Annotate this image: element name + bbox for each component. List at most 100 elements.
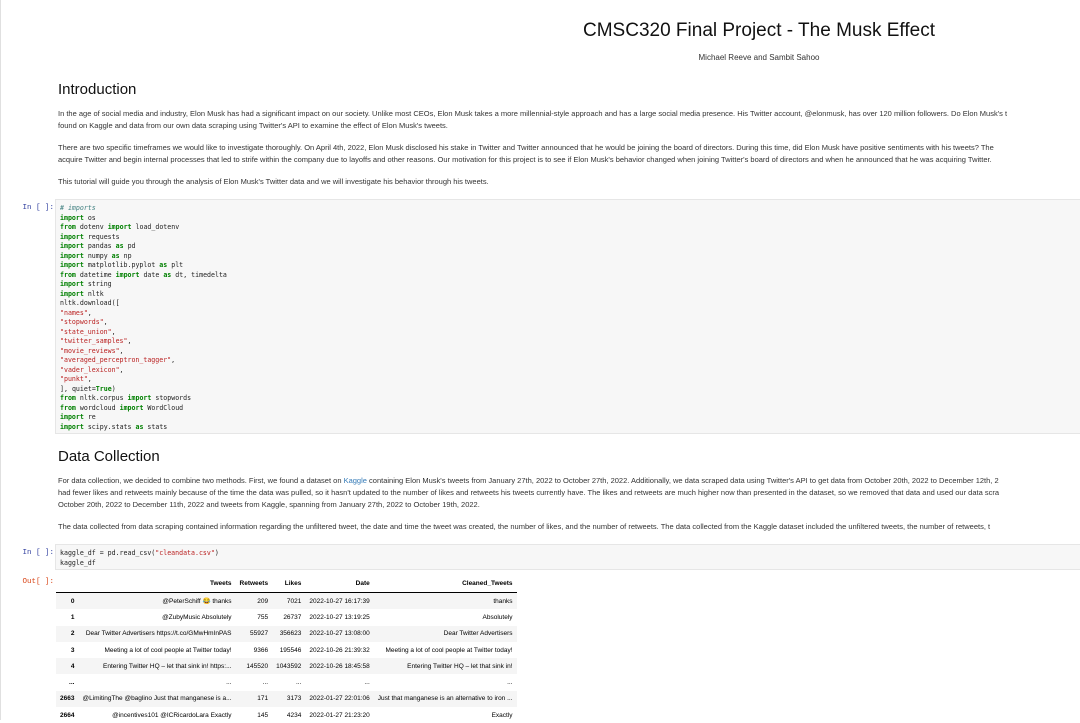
table-row: 0@PeterSchiff 😂 thanks20970212022-10-27 … (56, 593, 517, 610)
code-text: ) (215, 549, 219, 557)
table-cell: 2022-01-27 21:23:20 (305, 707, 373, 723)
cell-2-prompt: In [ ]: (14, 549, 54, 557)
table-row: 4Entering Twitter HQ – let that sink in!… (56, 658, 517, 674)
row-index: ... (56, 674, 78, 690)
code-line: from nltk.corpus import stopwords (60, 394, 1080, 404)
column-header: Retweets (236, 574, 273, 593)
code-line: import os (60, 214, 1080, 224)
table-cell: 356623 (272, 626, 305, 642)
datacol-p1-text-b: containing Elon Musk's tweets from Janua… (367, 476, 999, 485)
code-line: "vader_lexicon", (60, 366, 1080, 376)
code-line: "averaged_perceptron_tagger", (60, 356, 1080, 366)
code-line: import matplotlib.pyplot as plt (60, 261, 1080, 271)
table-cell: thanks (374, 593, 517, 610)
row-index: 2664 (56, 707, 78, 723)
table-cell: ... (236, 674, 273, 690)
table-cell: 4234 (272, 707, 305, 723)
table-cell: Dear Twitter Advertisers (374, 626, 517, 642)
table-cell: Absolutely (374, 609, 517, 625)
dataframe-output-table: TweetsRetweetsLikesDateCleaned_Tweets 0@… (56, 574, 517, 723)
code-line: import scipy.stats as stats (60, 423, 1080, 433)
code-line: import pandas as pd (60, 242, 1080, 252)
column-header: Date (305, 574, 373, 593)
table-cell: 209 (236, 593, 273, 610)
table-row: 2663@LimitingThe @baglino Just that mang… (56, 691, 517, 707)
table-cell: Dear Twitter Advertisers https://t.co/GM… (78, 626, 235, 642)
table-cell: Meeting a lot of cool people at Twitter … (78, 642, 235, 658)
intro-paragraph-1: In the age of social media and industry,… (58, 108, 1080, 132)
table-cell: 2022-10-27 16:17:39 (305, 593, 373, 610)
cell-1-prompt: In [ ]: (14, 204, 54, 212)
code-line: # imports (60, 204, 1080, 214)
authors: Michael Reeve and Sambit Sahoo (0, 53, 1080, 62)
table-row: .................. (56, 674, 517, 690)
row-index: 1 (56, 609, 78, 625)
column-header: Tweets (78, 574, 235, 593)
intro-p1-line1: In the age of social media and industry,… (58, 108, 1080, 120)
table-cell: ... (78, 674, 235, 690)
table-cell: @PeterSchiff 😂 thanks (78, 593, 235, 610)
row-index: 4 (56, 658, 78, 674)
code-line: import re (60, 413, 1080, 423)
datacol-p1-line1: For data collection, we decided to combi… (58, 475, 1080, 487)
code-line: from datetime import date as dt, timedel… (60, 271, 1080, 281)
code-line: "twitter_samples", (60, 337, 1080, 347)
code-line: import numpy as np (60, 252, 1080, 262)
code-line: nltk.download([ (60, 299, 1080, 309)
code-line: import string (60, 280, 1080, 290)
column-header (56, 574, 78, 593)
datacol-p1-line3: October 20th, 2022 to December 11th, 202… (58, 499, 1080, 511)
table-cell: 171 (236, 691, 273, 707)
code-line: "names", (60, 309, 1080, 319)
intro-paragraph-2: There are two specific timeframes we wou… (58, 142, 1080, 166)
datacol-paragraph-2: The data collected from data scraping co… (58, 521, 1080, 533)
code-line: from dotenv import load_dotenv (60, 223, 1080, 233)
table-row: 2Dear Twitter Advertisers https://t.co/G… (56, 626, 517, 642)
table-cell: 2022-10-27 13:19:25 (305, 609, 373, 625)
table-header-row: TweetsRetweetsLikesDateCleaned_Tweets (56, 574, 517, 593)
table-row: 1@ZubyMusic Absolutely755267372022-10-27… (56, 609, 517, 625)
kaggle-link[interactable]: Kaggle (344, 476, 367, 485)
table-cell: 145520 (236, 658, 273, 674)
datacol-p1-text-a: For data collection, we decided to combi… (58, 476, 344, 485)
page-title: CMSC320 Final Project - The Musk Effect (0, 20, 1080, 42)
table-cell: Exactly (374, 707, 517, 723)
table-cell: ... (272, 674, 305, 690)
table-row: 2664@incentives101 @ICRicardoLara Exactl… (56, 707, 517, 723)
table-cell: 9366 (236, 642, 273, 658)
table-cell: 755 (236, 609, 273, 625)
code-string: "cleandata.csv" (155, 549, 215, 557)
intro-p1-line2: found on Kaggle and data from our own da… (58, 120, 1080, 132)
column-header: Likes (272, 574, 305, 593)
table-cell: ... (305, 674, 373, 690)
table-cell: @ZubyMusic Absolutely (78, 609, 235, 625)
table-cell: 55927 (236, 626, 273, 642)
table-cell: 3173 (272, 691, 305, 707)
table-cell: 1043592 (272, 658, 305, 674)
table-cell: ... (374, 674, 517, 690)
code-cell-read-csv[interactable]: kaggle_df = pd.read_csv("cleandata.csv")… (55, 544, 1080, 570)
intro-p2-line1: There are two specific timeframes we wou… (58, 142, 1080, 154)
table-cell: 26737 (272, 609, 305, 625)
intro-p2-line2: acquire Twitter and begin internal proce… (58, 154, 1080, 166)
code-line: from wordcloud import WordCloud (60, 404, 1080, 414)
code-line: "punkt", (60, 375, 1080, 385)
row-index: 2663 (56, 691, 78, 707)
notebook: CMSC320 Final Project - The Musk Effect … (0, 0, 1080, 720)
code-line: "movie_reviews", (60, 347, 1080, 357)
row-index: 2 (56, 626, 78, 642)
code-cell-imports[interactable]: # importsimport osfrom dotenv import loa… (55, 199, 1080, 434)
row-index: 3 (56, 642, 78, 658)
code-line: kaggle_df (60, 559, 1080, 569)
datacol-paragraph-1: For data collection, we decided to combi… (58, 475, 1080, 511)
data-collection-heading: Data Collection (58, 448, 160, 465)
table-cell: Just that manganese is an alternative to… (374, 691, 517, 707)
table-cell: 2022-10-26 21:39:32 (305, 642, 373, 658)
datacol-p1-line2: had fewer likes and retweets mainly beca… (58, 487, 1080, 499)
table-cell: Entering Twitter HQ – let that sink in! … (78, 658, 235, 674)
code-text: kaggle_df = pd.read_csv( (60, 549, 155, 557)
table-cell: 145 (236, 707, 273, 723)
table-cell: 2022-10-26 18:45:58 (305, 658, 373, 674)
introduction-heading: Introduction (58, 81, 136, 98)
column-header: Cleaned_Tweets (374, 574, 517, 593)
